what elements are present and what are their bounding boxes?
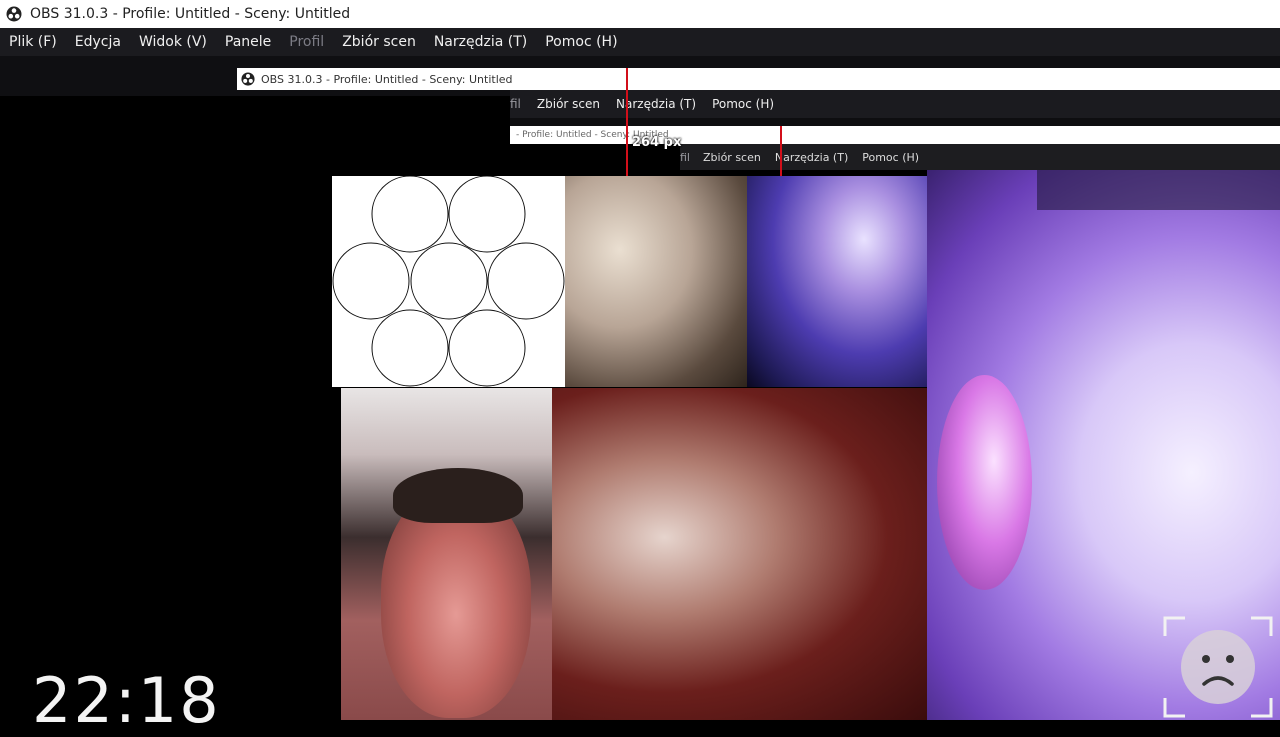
menu-tools[interactable]: Narzędzia (T) (425, 34, 536, 50)
sad-face-button[interactable] (1163, 614, 1273, 720)
menu-bar: Plik (F) Edycja Widok (V) Panele Profil … (0, 28, 1280, 56)
source-camera-5[interactable] (552, 388, 927, 720)
menu-scene-collection[interactable]: Zbiór scen (333, 34, 425, 50)
nested2-menu-help: Pomoc (H) (862, 150, 920, 164)
menu-help[interactable]: Pomoc (H) (536, 34, 626, 50)
sad-face-icon (1163, 616, 1273, 718)
window-title: OBS 31.0.3 - Profile: Untitled - Sceny: … (30, 6, 351, 22)
window-titlebar: OBS 31.0.3 - Profile: Untitled - Sceny: … (0, 0, 1280, 28)
nested-menu-tools: Narzędzia (T) (616, 97, 697, 111)
nested2-menu-scene-collection: Zbiór scen (703, 150, 761, 164)
measure-guide-line-2 (780, 126, 782, 176)
menu-file[interactable]: Plik (F) (0, 34, 66, 50)
circles-graphic (332, 176, 565, 387)
source-camera-1[interactable] (565, 176, 747, 387)
nested-window-1-titlebar: OBS 31.0.3 - Profile: Untitled - Sceny: … (237, 68, 1280, 90)
clock-display: 22:18 (32, 664, 221, 737)
menu-docks[interactable]: Panele (216, 34, 280, 50)
nested-menu-profile-cut: fil (510, 97, 521, 111)
obs-logo-icon (241, 72, 255, 86)
source-camera-4[interactable] (341, 388, 552, 720)
nested2-menu-profile-cut: fil (680, 150, 690, 164)
menu-profile[interactable]: Profil (280, 34, 333, 50)
source-circles-image[interactable] (332, 176, 565, 387)
measure-label: 264 px (632, 135, 682, 150)
nested-window-2-menu: fil Zbiór scen Narzędzia (T) Pomoc (H) (680, 144, 1280, 170)
camera-3-overlay (1037, 170, 1280, 210)
nested-menu-help: Pomoc (H) (712, 97, 775, 111)
menu-edit[interactable]: Edycja (66, 34, 130, 50)
source-camera-2[interactable] (747, 176, 927, 387)
nested-menu-scene-collection: Zbiór scen (536, 97, 601, 111)
camera-3-ear (937, 375, 1032, 590)
obs-logo-icon (6, 6, 22, 22)
measure-guide-line (626, 68, 628, 176)
menu-view[interactable]: Widok (V) (130, 34, 216, 50)
nested-window-1-title: OBS 31.0.3 - Profile: Untitled - Sceny: … (261, 72, 513, 86)
camera-4-hair (393, 468, 523, 523)
